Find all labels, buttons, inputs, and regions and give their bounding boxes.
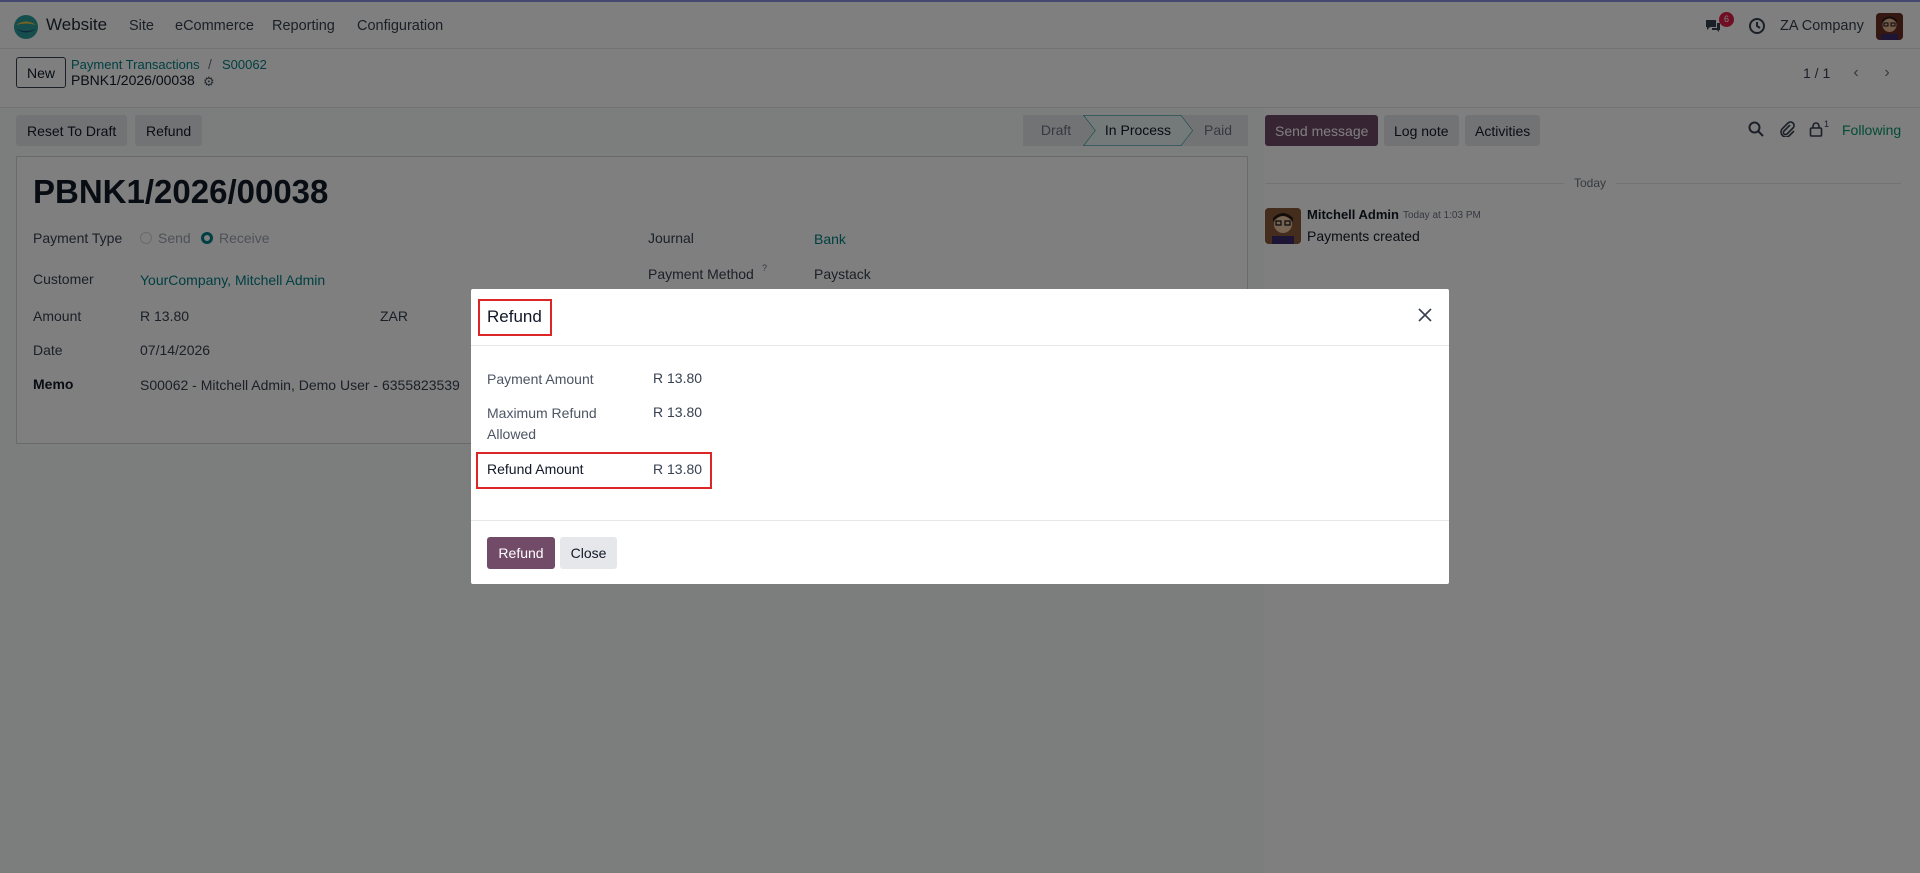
max-refund-label-line1: Maximum Refund [487,405,597,421]
dialog-title: Refund [487,307,542,326]
refund-amount-label: Refund Amount [487,461,584,477]
payment-amount-value: R 13.80 [653,370,703,386]
refund-confirm-button[interactable]: Refund [487,537,555,569]
dialog-footer-divider [471,520,1449,521]
close-icon[interactable] [1415,305,1435,325]
payment-amount-label: Payment Amount [487,371,594,387]
refund-amount-input[interactable]: R 13.80 [653,461,702,477]
max-refund-label-line2: Allowed [487,426,537,442]
refund-dialog: Refund Payment Amount R 13.80 Maximum Re… [471,289,1449,584]
dialog-header [471,289,1449,346]
close-button[interactable]: Close [560,537,617,569]
max-refund-value: R 13.80 [653,404,703,420]
